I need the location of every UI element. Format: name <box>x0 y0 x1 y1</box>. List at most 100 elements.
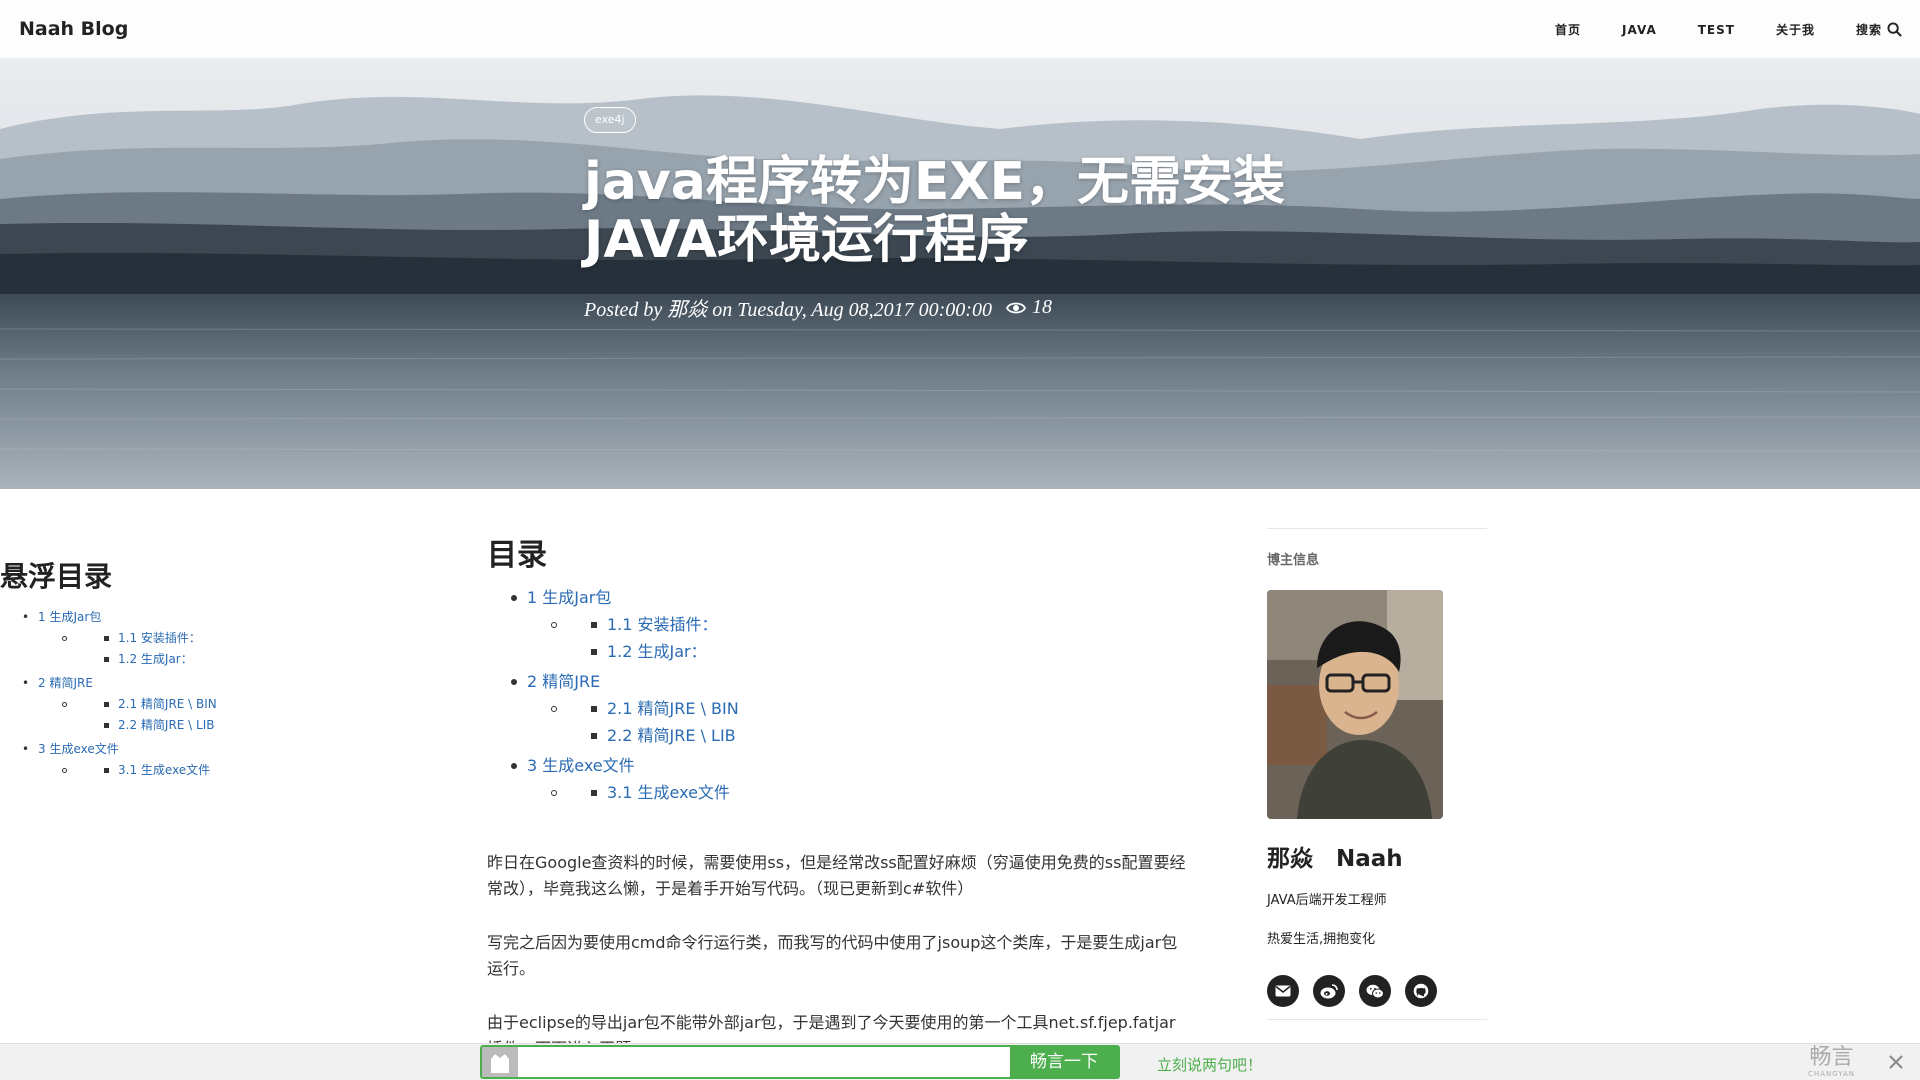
square-bullet-icon <box>591 649 597 655</box>
floating-toc-link[interactable]: 3 生成exe文件 <box>38 742 119 756</box>
square-bullet-icon <box>591 790 597 796</box>
bullet-icon: • <box>22 742 30 756</box>
floating-toc-item[interactable]: 2.1 精简JRE \ BIN <box>0 694 320 715</box>
nav-link-java[interactable]: JAVA <box>1622 23 1657 37</box>
article-toc-item[interactable]: 1.2 生成Jar： <box>487 638 1187 665</box>
floating-toc-link[interactable]: 3.1 生成exe文件 <box>118 763 210 777</box>
floating-toc-title: 悬浮目录 <box>0 560 113 593</box>
nav-search-label: 搜索 <box>1855 23 1882 37</box>
square-bullet-icon <box>104 636 109 641</box>
article-toc-link[interactable]: 2 精简JRE <box>527 672 600 691</box>
article-paragraph: 写完之后因为要使用cmd命令行运行类，而我写的代码中使用了jsoup这个类库，于… <box>487 933 1178 978</box>
square-bullet-icon <box>591 622 597 628</box>
bullet-icon: • <box>22 676 30 690</box>
changyan-comment-bar: 畅言一下 立刻说两句吧！ 畅言 CHANGYAN <box>0 1043 1920 1080</box>
nav-search[interactable]: 搜索 <box>1856 21 1902 38</box>
post-meta-text: Posted by 那焱 on Tuesday, Aug 08,2017 00:… <box>584 299 992 321</box>
post-title-line-1: java程序转为EXE，无需安装 <box>584 152 1286 212</box>
floating-toc-item[interactable]: 3.1 生成exe文件 <box>0 760 320 781</box>
author-motto: 热爱生活,拥抱变化 <box>1267 932 1376 947</box>
bullet-icon <box>511 679 517 685</box>
circle-bullet-icon <box>551 790 557 796</box>
floating-toc-item[interactable]: 1.2 生成Jar： <box>0 649 320 670</box>
comment-prompt-link[interactable]: 立刻说两句吧！ <box>1157 1054 1262 1075</box>
square-bullet-icon <box>104 723 109 728</box>
nav-link-home[interactable]: 首页 <box>1555 21 1581 38</box>
comment-submit-button[interactable]: 畅言一下 <box>1010 1047 1118 1077</box>
article-toc-title: 目录 <box>487 538 547 573</box>
article-toc-item[interactable]: 1.1 安装插件： <box>487 611 1187 638</box>
article-toc-item[interactable]: 2.1 精简JRE \ BIN <box>487 695 1187 722</box>
article-paragraph: 昨日在Google查资料的时候，需要使用ss，但是经常改ss配置好麻烦（穷逼使用… <box>487 853 1186 898</box>
circle-bullet-icon <box>62 768 67 773</box>
floating-toc-item[interactable]: • 1 生成Jar包 <box>0 607 320 628</box>
floating-toc-link[interactable]: 2 精简JRE <box>38 676 93 690</box>
article-toc-item[interactable]: 3.1 生成exe文件 <box>487 779 1187 806</box>
square-bullet-icon <box>104 768 109 773</box>
floating-toc: 悬浮目录 • 1 生成Jar包 1.1 安装插件： 1.2 生成Jar： • 2… <box>0 555 320 781</box>
floating-toc-item[interactable]: • 2 精简JRE <box>0 673 320 694</box>
close-icon[interactable] <box>1886 1052 1906 1072</box>
square-bullet-icon <box>591 733 597 739</box>
article-toc-link[interactable]: 1 生成Jar包 <box>527 588 611 607</box>
social-links <box>1267 975 1487 1007</box>
wechat-icon[interactable] <box>1359 975 1391 1007</box>
changyan-logo: 畅言 CHANGYAN <box>1808 1045 1856 1079</box>
comment-input-box[interactable]: 畅言一下 <box>480 1045 1120 1079</box>
floating-toc-link[interactable]: 2.1 精简JRE \ BIN <box>118 697 217 711</box>
floating-toc-item[interactable]: • 3 生成exe文件 <box>0 739 320 760</box>
circle-bullet-icon <box>62 702 67 707</box>
article-toc-link[interactable]: 1.1 安装插件： <box>607 615 718 634</box>
changyan-logo-subtext: CHANGYAN <box>1808 1070 1856 1078</box>
hero-banner: exe4j java程序转为EXE，无需安装 JAVA环境运行程序 Posted… <box>0 59 1920 489</box>
sidebar-heading: 博主信息 <box>1267 553 1320 568</box>
square-bullet-icon <box>104 657 109 662</box>
eye-icon <box>1005 301 1026 315</box>
author-role: JAVA后端开发工程师 <box>1267 893 1387 908</box>
post-meta: Posted by 那焱 on Tuesday, Aug 08,2017 00:… <box>584 293 1052 322</box>
article-toc-link[interactable]: 3.1 生成exe文件 <box>607 783 730 802</box>
bullet-icon <box>511 595 517 601</box>
changyan-logo-text: 畅言 <box>1809 1045 1854 1070</box>
bullet-icon: • <box>22 610 30 624</box>
github-icon[interactable] <box>1405 975 1437 1007</box>
mail-icon[interactable] <box>1267 975 1299 1007</box>
article-toc-link[interactable]: 1.2 生成Jar： <box>607 642 707 661</box>
square-bullet-icon <box>104 702 109 707</box>
floating-toc-item[interactable]: 1.1 安装插件： <box>0 628 320 649</box>
article-toc-link[interactable]: 3 生成exe文件 <box>527 756 635 775</box>
article-toc-item[interactable]: 2.2 精简JRE \ LIB <box>487 722 1187 749</box>
author-name: 那焱 Naah <box>1267 846 1403 872</box>
hero-landscape-image <box>0 59 1920 489</box>
article-toc-item[interactable]: 3 生成exe文件 <box>487 752 1187 779</box>
square-bullet-icon <box>591 706 597 712</box>
nav-link-test[interactable]: TEST <box>1698 23 1735 37</box>
floating-toc-link[interactable]: 2.2 精简JRE \ LIB <box>118 718 215 732</box>
post-title: java程序转为EXE，无需安装 JAVA环境运行程序 <box>584 153 1344 269</box>
circle-bullet-icon <box>551 622 557 628</box>
weibo-icon[interactable] <box>1313 975 1345 1007</box>
nav-links: 首页 JAVA TEST 关于我 搜索 <box>1514 0 1902 59</box>
floating-toc-link[interactable]: 1 生成Jar包 <box>38 610 101 624</box>
article-toc-item[interactable]: 2 精简JRE <box>487 668 1187 695</box>
article-body: 目录 1 生成Jar包 1.1 安装插件： 1.2 生成Jar： 2 精简JRE… <box>487 530 1187 1062</box>
nav-link-about[interactable]: 关于我 <box>1776 21 1815 38</box>
post-title-line-2: JAVA环境运行程序 <box>584 210 1030 270</box>
article-toc-link[interactable]: 2.2 精简JRE \ LIB <box>607 726 736 745</box>
sidebar-divider <box>1267 1019 1487 1020</box>
article-toc-link[interactable]: 2.1 精简JRE \ BIN <box>607 699 739 718</box>
circle-bullet-icon <box>551 706 557 712</box>
view-count: 18 <box>1031 296 1052 318</box>
circle-bullet-icon <box>62 636 67 641</box>
navbar: Naah Blog 首页 JAVA TEST 关于我 搜索 <box>0 0 1920 59</box>
article-toc-item[interactable]: 1 生成Jar包 <box>487 584 1187 611</box>
brand-logo[interactable]: Naah Blog <box>19 18 128 40</box>
post-tag[interactable]: exe4j <box>584 107 636 133</box>
floating-toc-link[interactable]: 1.1 安装插件： <box>118 631 201 645</box>
search-icon <box>1887 22 1902 37</box>
floating-toc-item[interactable]: 2.2 精简JRE \ LIB <box>0 715 320 736</box>
bullet-icon <box>511 763 517 769</box>
author-sidebar: 博主信息 那焱 Naah JAVA后端开发工程师 热爱生活,拥抱变化 <box>1267 528 1487 1020</box>
user-avatar-icon <box>482 1047 518 1077</box>
floating-toc-link[interactable]: 1.2 生成Jar： <box>118 652 193 666</box>
